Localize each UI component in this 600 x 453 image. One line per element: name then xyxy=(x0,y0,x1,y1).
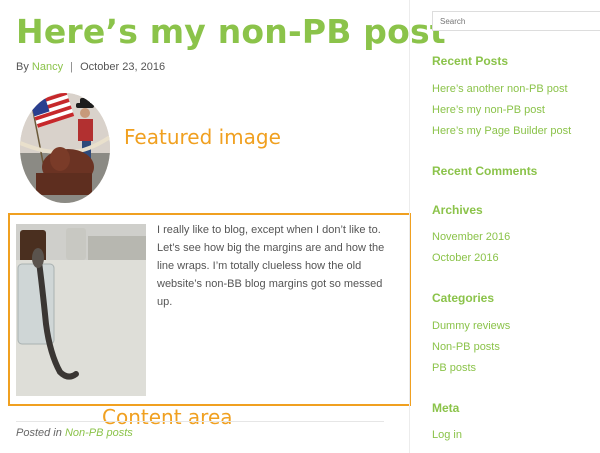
recent-posts-title: Recent Posts xyxy=(432,54,509,68)
archive-link[interactable]: October 2016 xyxy=(432,252,499,264)
category-item[interactable]: Dummy reviews xyxy=(432,320,510,332)
posted-in-label: Posted in xyxy=(16,427,62,439)
featured-image xyxy=(20,93,110,203)
featured-image-annotation: Featured image xyxy=(124,125,281,149)
category-item[interactable]: Non-PB posts xyxy=(432,341,500,353)
recent-post-link[interactable]: Here’s another non-PB post xyxy=(432,83,568,95)
byline-separator: | xyxy=(70,61,74,73)
search-input[interactable] xyxy=(432,11,600,31)
sidebar: Recent Posts Here’s another non-PB post … xyxy=(432,11,600,441)
sidebar-divider xyxy=(409,0,410,453)
category-item[interactable]: PB posts xyxy=(432,362,476,374)
byline-prefix: By xyxy=(16,61,29,73)
content-image xyxy=(16,224,146,396)
post-byline: By Nancy | October 23, 2016 xyxy=(16,61,165,73)
archive-link[interactable]: November 2016 xyxy=(432,231,510,243)
content-area-annotation: Content area xyxy=(102,405,233,429)
categories-title: Categories xyxy=(432,291,495,305)
post-body: I really like to blog, except when I don… xyxy=(157,224,385,308)
recent-post-link[interactable]: Here’s my Page Builder post xyxy=(432,125,571,137)
post-title: Here’s my non-PB post xyxy=(16,12,446,51)
footer-divider xyxy=(16,421,384,422)
post-date: October 23, 2016 xyxy=(80,61,166,73)
recent-comments-title: Recent Comments xyxy=(432,164,538,178)
author-link[interactable]: Nancy xyxy=(32,61,63,73)
posted-in: Posted in Non-PB posts xyxy=(16,427,133,439)
login-link[interactable]: Log in xyxy=(432,429,462,441)
recent-post-link[interactable]: Here’s my non-PB post xyxy=(432,104,545,116)
meta-title: Meta xyxy=(432,401,460,415)
category-link[interactable]: Non-PB posts xyxy=(65,427,133,439)
archives-title: Archives xyxy=(432,203,483,217)
